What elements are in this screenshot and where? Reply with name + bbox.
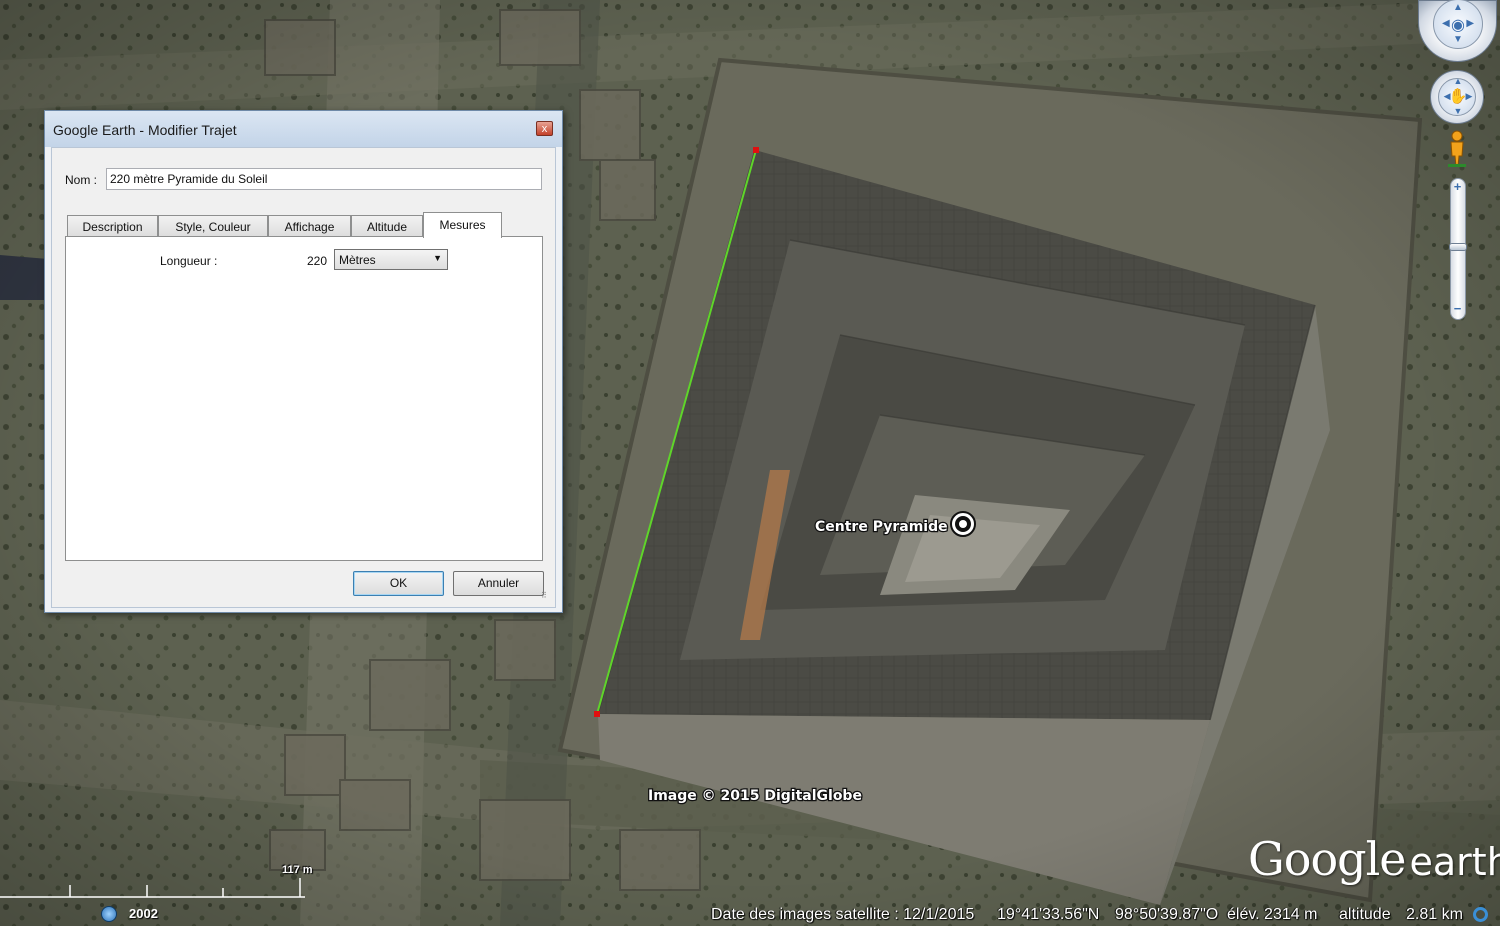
plus-icon[interactable]: + — [1450, 180, 1465, 194]
close-icon[interactable]: x — [536, 121, 553, 136]
tab-altitude[interactable]: Altitude — [351, 215, 423, 237]
pegman-icon[interactable] — [1446, 130, 1468, 168]
streaming-icon — [1473, 907, 1488, 922]
elevation: élév. 2314 m — [1227, 906, 1318, 923]
imagery-credit: Image © 2015 DigitalGlobe — [648, 788, 862, 804]
cancel-button[interactable]: Annuler — [453, 571, 544, 596]
look-arrows-icon: ▲ ◀ ▶ ▼ — [1441, 2, 1475, 45]
resize-grip-icon[interactable]: ⠿ — [541, 592, 551, 603]
longitude: 98°50'39.87"O — [1115, 906, 1219, 923]
latitude: 19°41'33.56"N — [997, 906, 1100, 923]
altitude-label: altitude — [1339, 906, 1391, 923]
target-icon — [950, 511, 976, 537]
google-earth-logo: Google earth — [1248, 832, 1500, 886]
ok-button[interactable]: OK — [353, 571, 444, 596]
edit-path-dialog: Google Earth - Modifier Trajet x Nom : D… — [44, 110, 563, 613]
tab-description[interactable]: Description — [67, 215, 158, 237]
move-arrows-icon: ▲ ◀ ▶ ▼ — [1443, 76, 1473, 116]
name-field[interactable] — [106, 168, 542, 190]
unit-value: Mètres — [339, 253, 376, 267]
zoom-slider-thumb[interactable] — [1449, 243, 1467, 251]
dialog-body: Nom : Description Style, Couleur Afficha… — [51, 147, 556, 608]
tab-mesures[interactable]: Mesures — [423, 212, 502, 238]
tab-style-couleur[interactable]: Style, Couleur — [158, 215, 268, 237]
measures-panel: Longueur : 220 Mètres ▼ — [65, 236, 543, 561]
dialog-titlebar[interactable]: Google Earth - Modifier Trajet x — [45, 111, 562, 147]
path-endpoint-start — [753, 147, 759, 153]
tab-affichage[interactable]: Affichage — [268, 215, 351, 237]
altitude-value: 2.81 km — [1406, 906, 1463, 923]
scale-label: 117 m — [282, 864, 313, 876]
chevron-down-icon: ▼ — [433, 253, 442, 263]
length-label: Longueur : — [160, 254, 218, 268]
move-control[interactable]: ✋ ▲ ◀ ▶ ▼ — [1430, 70, 1484, 124]
status-bar: Date des images satellite : 12/1/2015 19… — [0, 902, 1500, 926]
minus-icon[interactable]: − — [1450, 302, 1465, 316]
length-value: 220 — [307, 254, 328, 268]
placemark-label: Centre Pyramide — [815, 519, 948, 535]
imagery-date: Date des images satellite : 12/1/2015 — [711, 906, 975, 923]
name-label: Nom : — [65, 173, 98, 187]
dialog-title: Google Earth - Modifier Trajet — [53, 122, 237, 138]
path-endpoint-end — [594, 711, 600, 717]
unit-select[interactable]: Mètres ▼ — [334, 249, 448, 270]
